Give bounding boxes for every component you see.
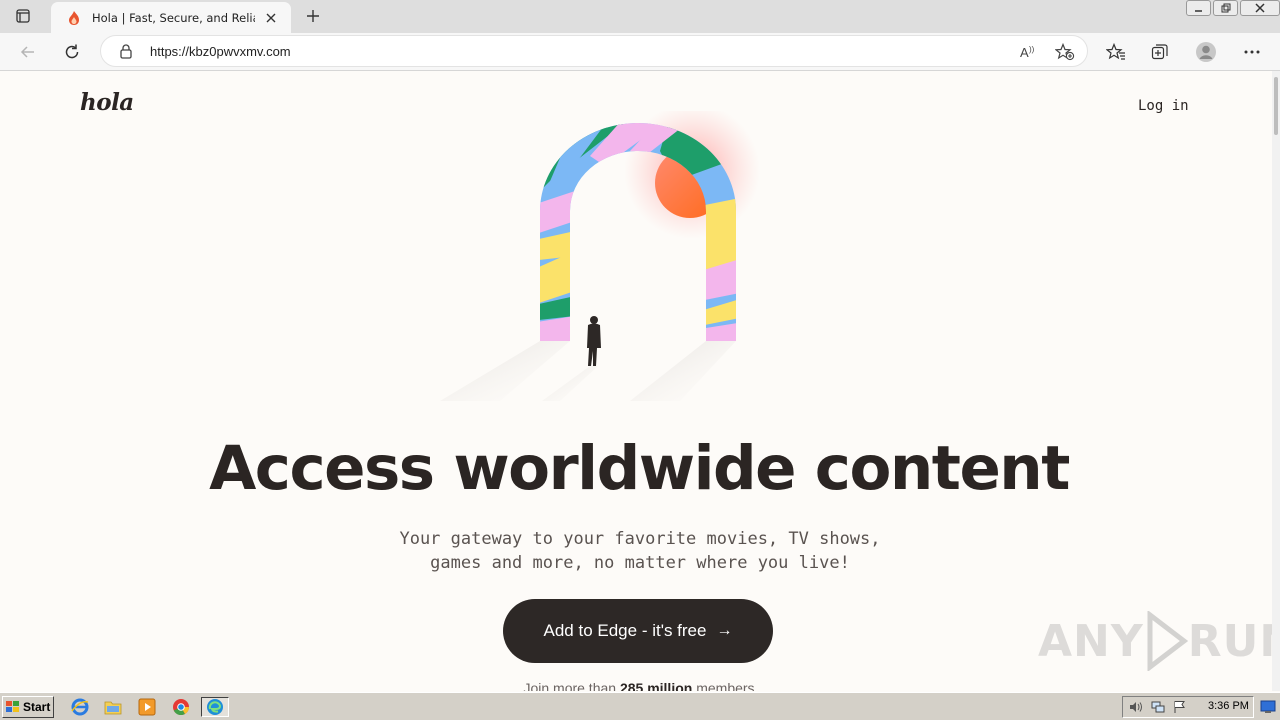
subtitle-line-1: Your gateway to your favorite movies, TV…: [399, 529, 881, 549]
svg-text:A: A: [1020, 45, 1029, 60]
more-icon[interactable]: [1240, 40, 1264, 64]
close-icon[interactable]: [263, 10, 279, 26]
profile-icon[interactable]: [1194, 40, 1218, 64]
collections-icon[interactable]: [1148, 40, 1172, 64]
members-count: 285 million: [619, 680, 693, 691]
person-figure: [587, 316, 601, 366]
subtitle-line-2: games and more, no matter where you live…: [430, 553, 850, 573]
refresh-icon[interactable]: [60, 40, 84, 64]
media-player-icon[interactable]: [136, 697, 158, 717]
cta-label: Add to Edge - it's free: [543, 621, 707, 640]
scrollbar-thumb[interactable]: [1274, 77, 1278, 135]
chrome-icon[interactable]: [170, 697, 192, 717]
members-text: Join more than 285 million members: [0, 680, 1278, 691]
lock-icon[interactable]: [119, 43, 133, 64]
window-close-button[interactable]: [1240, 0, 1280, 16]
login-link[interactable]: Log in: [1138, 98, 1189, 114]
arrow-right-icon: →: [716, 622, 733, 639]
hola-flame-icon: [66, 10, 82, 26]
explorer-icon[interactable]: [102, 697, 124, 717]
watermark-text-2: RUN: [1187, 615, 1280, 667]
ie-icon[interactable]: [69, 697, 91, 717]
page-content: hola Log in Access worldwide content You…: [0, 71, 1280, 691]
play-icon: [1147, 611, 1188, 671]
start-button[interactable]: Start: [2, 696, 54, 718]
watermark-text-1: ANY: [1038, 615, 1144, 667]
start-label: Start: [23, 700, 51, 714]
windows-taskbar: Start 3:36 PM: [0, 692, 1280, 720]
url-text[interactable]: https://kbz0pwvxmv.com: [150, 44, 291, 59]
favorites-icon[interactable]: [1104, 40, 1128, 64]
minimize-button[interactable]: [1186, 0, 1211, 16]
windows-flag-icon: [6, 701, 19, 712]
volume-icon[interactable]: [1127, 698, 1145, 716]
anyrun-watermark: ANY RUN: [1038, 611, 1280, 671]
browser-toolbar: https://kbz0pwvxmv.com A)): [0, 33, 1280, 71]
window-controls: [1184, 0, 1280, 18]
back-icon[interactable]: [16, 40, 40, 64]
tab-strip: Hola | Fast, Secure, and Reliable: [0, 0, 1280, 33]
action-center-flag-icon[interactable]: [1171, 698, 1189, 716]
network-icon[interactable]: [1149, 698, 1167, 716]
members-suffix: members: [692, 680, 755, 691]
clock[interactable]: 3:36 PM: [1208, 700, 1249, 712]
page-scrollbar[interactable]: [1272, 71, 1280, 691]
tab-actions-icon[interactable]: [10, 5, 36, 27]
add-to-edge-button[interactable]: Add to Edge - it's free →: [503, 599, 773, 663]
headline: Access worldwide content: [209, 433, 1070, 504]
add-favorite-icon[interactable]: [1054, 42, 1075, 66]
subtitle: Your gateway to your favorite movies, TV…: [340, 527, 940, 575]
show-desktop-icon[interactable]: [1258, 697, 1278, 717]
hero-arch-illustration: [430, 103, 770, 411]
browser-tab[interactable]: Hola | Fast, Secure, and Reliable: [51, 2, 291, 33]
edge-icon[interactable]: [201, 697, 229, 717]
address-bar[interactable]: https://kbz0pwvxmv.com A)): [100, 35, 1088, 67]
plus-icon[interactable]: [302, 5, 324, 27]
hola-logo[interactable]: hola: [80, 89, 134, 116]
svg-text:)): )): [1029, 45, 1035, 54]
restore-button[interactable]: [1213, 0, 1238, 16]
read-aloud-icon[interactable]: A)): [1019, 43, 1039, 66]
members-prefix: Join more than: [523, 680, 620, 691]
tab-title: Hola | Fast, Secure, and Reliable: [92, 10, 255, 25]
